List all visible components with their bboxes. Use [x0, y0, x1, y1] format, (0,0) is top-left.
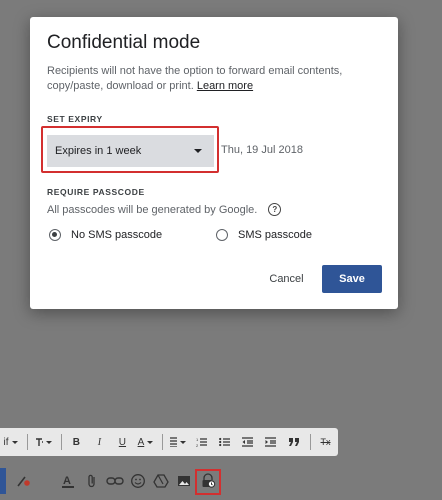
- svg-text:2: 2: [196, 443, 199, 447]
- italic-button[interactable]: I: [89, 432, 110, 452]
- indent-more-button[interactable]: [260, 432, 281, 452]
- dialog-title: Confidential mode: [47, 32, 201, 53]
- confidential-mode-dialog: Confidential mode Recipients will not ha…: [30, 17, 398, 309]
- learn-more-link[interactable]: Learn more: [197, 80, 253, 92]
- drive-icon[interactable]: [151, 471, 171, 491]
- bulleted-list-icon: [219, 437, 231, 447]
- indent-less-icon: [242, 437, 254, 447]
- indent-more-icon: [265, 437, 277, 447]
- align-dropdown[interactable]: [167, 432, 189, 452]
- divider: [161, 434, 163, 450]
- formatting-toolbar: if B I U A 12 Tx: [0, 428, 338, 456]
- passcode-note-text: All passcodes will be generated by Googl…: [47, 203, 258, 216]
- text-size-icon: [35, 438, 44, 446]
- dialog-description: Recipients will not have the option to f…: [47, 64, 392, 94]
- numbered-list-icon: 12: [196, 437, 208, 447]
- chevron-down-icon: [46, 440, 53, 444]
- bulleted-list-button[interactable]: [214, 432, 235, 452]
- font-size-dropdown[interactable]: [32, 432, 55, 452]
- photo-icon[interactable]: [174, 471, 194, 491]
- link-icon[interactable]: [105, 471, 125, 491]
- chevron-down-icon: [180, 440, 187, 444]
- radio-unchecked-icon[interactable]: [216, 229, 228, 241]
- set-expiry-label: SET EXPIRY: [47, 114, 103, 124]
- cancel-button[interactable]: Cancel: [259, 265, 314, 293]
- quote-button[interactable]: [283, 432, 304, 452]
- divider: [27, 434, 28, 450]
- confidential-mode-highlight-box: [195, 469, 221, 495]
- send-button[interactable]: [0, 468, 6, 494]
- numbered-list-button[interactable]: 12: [191, 432, 212, 452]
- quote-icon: [288, 438, 299, 446]
- description-text: Recipients will not have the option to f…: [47, 65, 343, 92]
- radio-no-sms-passcode[interactable]: No SMS passcode: [49, 229, 162, 241]
- font-family-dropdown[interactable]: if: [0, 432, 21, 452]
- indent-less-button[interactable]: [237, 432, 258, 452]
- expiry-selected-value: Expires in 1 week: [55, 145, 142, 157]
- require-passcode-label: REQUIRE PASSCODE: [47, 187, 145, 197]
- expiry-dropdown[interactable]: Expires in 1 week: [47, 135, 214, 167]
- remove-formatting-button[interactable]: Tx: [315, 432, 336, 452]
- save-button[interactable]: Save: [322, 265, 382, 293]
- radio-label-no-sms: No SMS passcode: [71, 229, 163, 241]
- chevron-down-icon: [11, 440, 18, 444]
- bold-button[interactable]: B: [66, 432, 87, 452]
- underline-button[interactable]: U: [112, 432, 133, 452]
- expiry-date: Thu, 19 Jul 2018: [221, 144, 303, 156]
- emoji-icon[interactable]: [128, 471, 148, 491]
- divider: [310, 434, 312, 450]
- red-pen-icon[interactable]: [14, 471, 34, 491]
- formatting-options-icon[interactable]: A: [58, 471, 78, 491]
- radio-sms-passcode[interactable]: SMS passcode: [216, 229, 312, 241]
- font-family-value: if: [3, 436, 9, 448]
- radio-checked-icon[interactable]: [49, 229, 61, 241]
- help-icon[interactable]: ?: [268, 203, 282, 216]
- attach-icon[interactable]: [82, 471, 102, 491]
- compose-toolbar: A: [0, 462, 442, 500]
- svg-text:1: 1: [196, 437, 199, 442]
- text-color-dropdown[interactable]: A: [135, 432, 156, 452]
- passcode-note: All passcodes will be generated by Googl…: [47, 203, 282, 216]
- svg-text:A: A: [63, 475, 71, 487]
- align-icon: [169, 437, 178, 447]
- chevron-down-icon: [194, 149, 202, 153]
- radio-label-sms: SMS passcode: [238, 229, 312, 241]
- divider: [61, 434, 62, 450]
- chevron-down-icon: [147, 440, 154, 444]
- text-color-icon: A: [137, 436, 145, 448]
